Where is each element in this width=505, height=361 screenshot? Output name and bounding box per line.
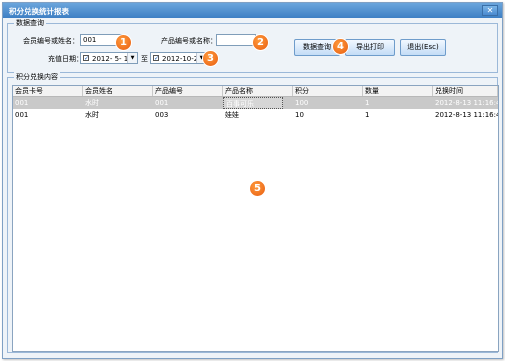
table-row[interactable]: 001 水时 001 百事可乐 100 1 2012-8-13 11:16:49 bbox=[13, 97, 498, 109]
exit-button[interactable]: 退出(Esc) bbox=[400, 39, 446, 56]
window-title: 积分兑换统计报表 bbox=[9, 7, 69, 16]
export-print-button[interactable]: 导出打印 bbox=[345, 39, 395, 56]
cell-card-no: 001 bbox=[15, 111, 29, 119]
query-group: 数据查询 会员编号或姓名： 001 产品编号或名称： 充值日期： ✓ 2012-… bbox=[7, 18, 498, 73]
cell-product-name: 娃娃 bbox=[225, 111, 239, 119]
date-from-checkbox[interactable]: ✓ bbox=[83, 55, 89, 62]
col-header-exchange-time[interactable]: 兑换时间 bbox=[433, 86, 498, 96]
member-label: 会员编号或姓名： bbox=[23, 37, 79, 45]
annotation-marker-1: 1 bbox=[116, 35, 131, 50]
annotation-marker-5: 5 bbox=[250, 181, 265, 196]
results-group: 积分兑换内容 会员卡号 会员姓名 产品编号 产品名称 积分 数量 兑换时间 00… bbox=[7, 72, 499, 353]
date-to-separator: 至 bbox=[141, 55, 148, 63]
report-window: 积分兑换统计报表 ✕ 数据查询 会员编号或姓名： 001 产品编号或名称： 充值… bbox=[2, 2, 503, 359]
annotation-marker-4: 4 bbox=[333, 39, 348, 54]
col-header-card-no[interactable]: 会员卡号 bbox=[13, 86, 83, 96]
cell-product-name: 百事可乐 bbox=[223, 97, 283, 109]
results-grid[interactable]: 会员卡号 会员姓名 产品编号 产品名称 积分 数量 兑换时间 001 水时 00… bbox=[12, 85, 499, 352]
query-group-legend: 数据查询 bbox=[14, 18, 46, 28]
cell-points: 10 bbox=[295, 111, 304, 119]
cell-points: 100 bbox=[295, 99, 309, 107]
cell-card-no: 001 bbox=[15, 99, 29, 107]
cell-product-no: 003 bbox=[155, 111, 169, 119]
title-bar[interactable]: 积分兑换统计报表 ✕ bbox=[3, 3, 502, 18]
date-label: 充值日期： bbox=[48, 55, 83, 63]
close-button[interactable]: ✕ bbox=[482, 5, 498, 16]
date-from-picker[interactable]: ✓ 2012- 5- 1 ▼ bbox=[80, 52, 138, 64]
cell-exchange-time: 2012-8-13 11:16:49 bbox=[435, 99, 498, 107]
grid-header: 会员卡号 会员姓名 产品编号 产品名称 积分 数量 兑换时间 bbox=[13, 86, 498, 97]
date-to-picker[interactable]: ✓ 2012-10-26 ▼ bbox=[150, 52, 207, 64]
date-from-value: 2012- 5- 1 bbox=[92, 55, 129, 63]
cell-exchange-time: 2012-8-13 11:16:49 bbox=[435, 111, 498, 119]
cell-quantity: 1 bbox=[365, 111, 370, 119]
cell-quantity: 1 bbox=[365, 99, 370, 107]
cell-member-name: 水时 bbox=[85, 99, 99, 107]
annotation-marker-2: 2 bbox=[253, 35, 268, 50]
table-row[interactable]: 001 水时 003 娃娃 10 1 2012-8-13 11:16:49 bbox=[13, 109, 498, 121]
col-header-product-name[interactable]: 产品名称 bbox=[223, 86, 293, 96]
annotation-marker-3: 3 bbox=[203, 51, 218, 66]
cell-product-no: 001 bbox=[155, 99, 169, 107]
col-header-points[interactable]: 积分 bbox=[293, 86, 363, 96]
cell-member-name: 水时 bbox=[85, 111, 99, 119]
col-header-member-name[interactable]: 会员姓名 bbox=[83, 86, 153, 96]
product-input[interactable] bbox=[216, 34, 256, 46]
col-header-product-no[interactable]: 产品编号 bbox=[153, 86, 223, 96]
date-from-dropdown-icon[interactable]: ▼ bbox=[127, 53, 137, 63]
col-header-quantity[interactable]: 数量 bbox=[363, 86, 433, 96]
product-label: 产品编号或名称： bbox=[161, 37, 217, 45]
results-group-legend: 积分兑换内容 bbox=[14, 72, 60, 82]
date-to-checkbox[interactable]: ✓ bbox=[153, 55, 159, 62]
